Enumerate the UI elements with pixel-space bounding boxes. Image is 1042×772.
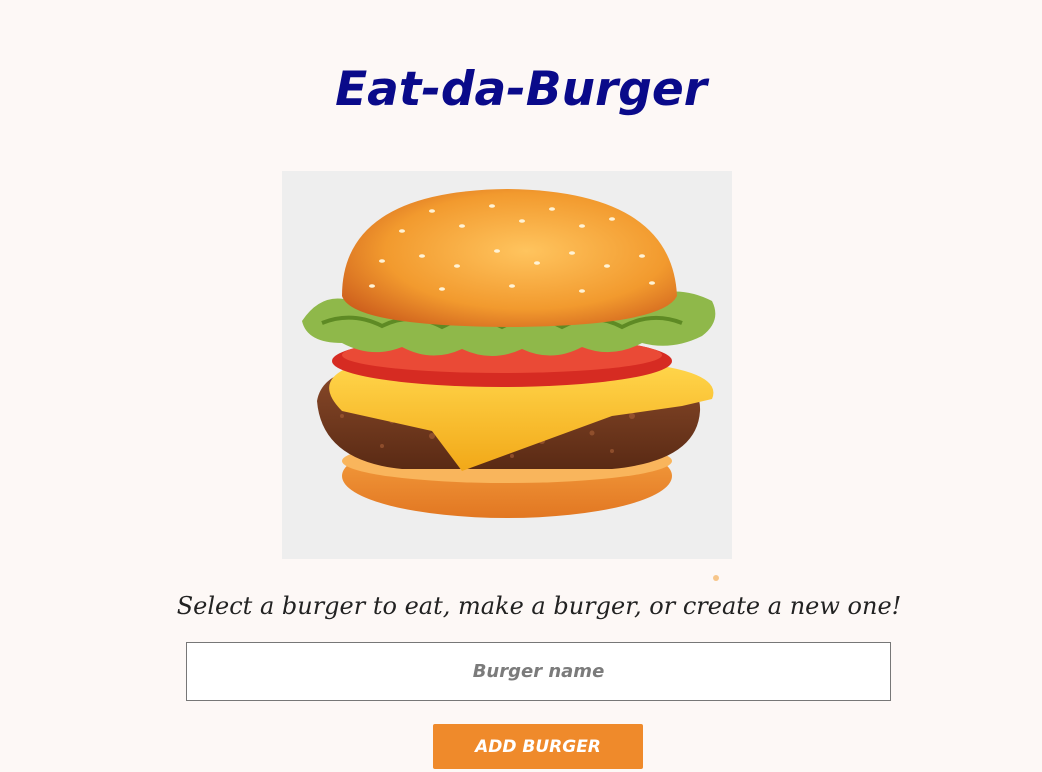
- burger-name-input[interactable]: [186, 642, 891, 701]
- burger-image: [282, 171, 732, 559]
- page-title: Eat-da-Burger: [335, 62, 707, 117]
- instructions-text: Select a burger to eat, make a burger, o…: [176, 592, 902, 620]
- decorative-dot: [713, 575, 719, 581]
- burger-illustration-icon: [302, 189, 716, 518]
- add-burger-button[interactable]: ADD BURGER: [433, 724, 643, 769]
